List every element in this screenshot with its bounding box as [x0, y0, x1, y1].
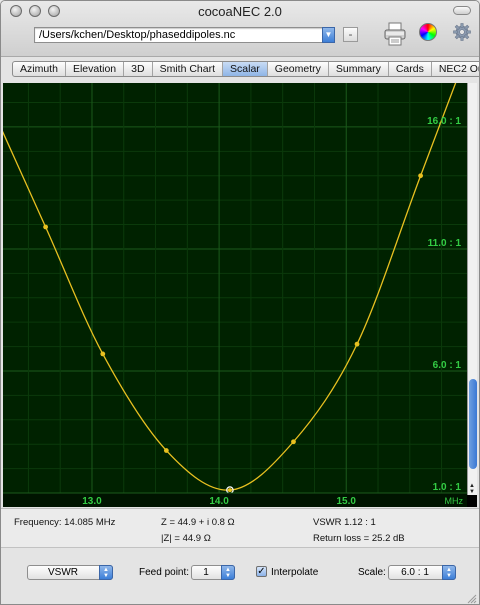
frequency-readout: Frequency: 14.085 MHz	[14, 517, 116, 528]
tab-bar: Azimuth Elevation 3D Smith Chart Scalar Geome…	[12, 61, 479, 77]
data-point	[100, 351, 106, 357]
x-tick-label: 13.0	[82, 496, 102, 507]
scale-label: Scale:	[358, 567, 386, 578]
y-tick-label: 6.0 : 1	[433, 360, 462, 371]
tab-scalar[interactable]: Scalar	[223, 62, 268, 76]
feed-point-value: 1	[203, 567, 209, 578]
toolbar-toggle-button[interactable]	[453, 6, 471, 15]
impedance-magnitude-readout: |Z| = 44.9 Ω	[161, 533, 211, 544]
updown-arrows-icon: ▲ ▼	[99, 565, 113, 580]
tab-geometry[interactable]: Geometry	[268, 62, 329, 76]
updown-arrows-icon: ▲ ▼	[221, 565, 235, 580]
tab-cards[interactable]: Cards	[389, 62, 432, 76]
vswr-chart: 1.0 : 1 6.0 : 1 11.0 : 1 16.0 : 1 13.0 14.0 15…	[3, 83, 467, 507]
interpolate-checkbox[interactable]: ✓	[256, 566, 267, 577]
file-path-combo[interactable]: /Users/kchen/Desktop/phaseddipoles.nc ▼	[34, 27, 335, 43]
tab-3d[interactable]: 3D	[124, 62, 153, 76]
data-point	[418, 173, 423, 179]
impedance-readout: Z = 44.9 + i 0.8 Ω	[161, 517, 235, 528]
feed-point-label: Feed point:	[139, 567, 190, 578]
y-tick-label: 11.0 : 1	[428, 238, 462, 249]
resize-grip-icon[interactable]	[467, 594, 477, 604]
tab-elevation[interactable]: Elevation	[66, 62, 125, 76]
tab-azimuth[interactable]: Azimuth	[13, 62, 66, 76]
feed-point-select[interactable]: 1 ▲ ▼	[191, 565, 235, 580]
info-panel: Frequency: 14.085 MHz Z = 44.9 + i 0.8 Ω…	[1, 508, 479, 548]
titlebar: cocoaNEC 2.0 /Users/kchen/Desktop/phased…	[1, 1, 479, 57]
tab-smith-chart[interactable]: Smith Chart	[153, 62, 224, 76]
return-loss-readout: Return loss = 25.2 dB	[313, 533, 405, 544]
data-point	[227, 488, 232, 493]
x-tick-label: 14.0	[209, 496, 229, 507]
tab-summary[interactable]: Summary	[329, 62, 389, 76]
vswr-readout: VSWR 1.12 : 1	[313, 517, 376, 528]
tab-nec2-output[interactable]: NEC2 Output	[432, 62, 479, 76]
interpolate-label: Interpolate	[271, 567, 319, 578]
data-point	[163, 448, 169, 453]
chevron-down-icon[interactable]: ▼	[322, 27, 335, 43]
scale-value: 6.0 : 1	[401, 567, 429, 578]
data-point	[291, 439, 296, 445]
color-wheel-icon[interactable]	[419, 23, 437, 41]
remove-file-button[interactable]: -	[343, 27, 358, 42]
printer-icon[interactable]	[384, 22, 406, 46]
plot-type-select[interactable]: VSWR ▲ ▼	[27, 565, 113, 580]
data-point	[354, 341, 360, 347]
data-point	[43, 224, 48, 230]
x-unit-label: MHz	[445, 496, 464, 506]
main-window: cocoaNEC 2.0 /Users/kchen/Desktop/phased…	[0, 0, 480, 605]
scrollbar-thumb[interactable]	[469, 379, 477, 469]
bottom-controls: VSWR ▲ ▼ Feed point: 1 ▲ ▼ ✓ Interpolate S…	[1, 549, 479, 604]
scalar-plot: 1.0 : 1 6.0 : 1 11.0 : 1 16.0 : 1 13.0 14.0 15…	[3, 83, 477, 507]
gear-icon[interactable]	[453, 23, 471, 41]
scroll-down-arrow-icon[interactable]: ▼	[469, 489, 475, 495]
y-tick-label: 16.0 : 1	[427, 116, 461, 127]
scale-select[interactable]: 6.0 : 1 ▲ ▼	[388, 565, 456, 580]
vertical-scrollbar[interactable]: ▲ ▼	[467, 83, 477, 495]
plot-type-value: VSWR	[48, 567, 78, 578]
x-tick-label: 15.0	[336, 496, 356, 507]
x-axis-strip	[3, 493, 467, 507]
window-title: cocoaNEC 2.0	[198, 4, 282, 19]
checkmark-icon: ✓	[257, 566, 266, 577]
file-path-text: /Users/kchen/Desktop/phaseddipoles.nc	[39, 29, 236, 41]
updown-arrows-icon: ▲ ▼	[442, 565, 456, 580]
y-tick-label: 1.0 : 1	[433, 482, 462, 493]
